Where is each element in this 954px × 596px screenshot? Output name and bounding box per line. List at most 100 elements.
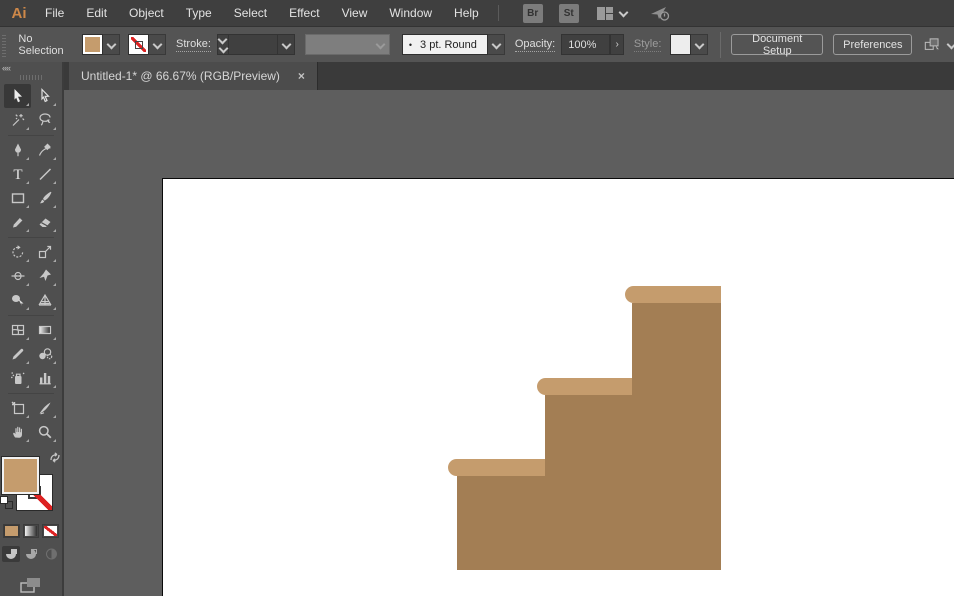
tool-paintbrush[interactable] [31, 186, 58, 210]
tool-curvature[interactable] [31, 138, 58, 162]
workspace-switcher-icon[interactable] [597, 7, 613, 20]
stairs-artwork[interactable] [163, 179, 954, 596]
menu-item-window[interactable]: Window [378, 0, 443, 26]
tool-line-segment[interactable] [31, 162, 58, 186]
preferences-button[interactable]: Preferences [833, 34, 912, 55]
tool-symbol-sprayer[interactable] [4, 366, 31, 390]
rotate-icon [10, 244, 26, 260]
fill-color-combo[interactable] [82, 34, 120, 55]
tool-eyedropper[interactable] [4, 342, 31, 366]
tool-mesh[interactable] [4, 318, 31, 342]
stairs-body[interactable] [457, 303, 721, 570]
draw-normal-icon [5, 548, 18, 560]
chevron-down-icon[interactable] [947, 41, 954, 49]
tool-selection[interactable] [4, 84, 31, 108]
tools-panel: «« [0, 62, 64, 596]
style-combo[interactable] [665, 34, 708, 55]
stroke-weight-select[interactable] [229, 34, 295, 55]
brush-definition-value[interactable]: • 3 pt. Round [402, 34, 488, 55]
collapse-panel-icon[interactable]: «« [0, 62, 62, 75]
tool-artboard[interactable] [4, 396, 31, 420]
stroke-weight-dropdown[interactable] [277, 35, 294, 54]
stroke-color-dropdown[interactable] [149, 34, 166, 55]
tool-pencil[interactable] [4, 210, 31, 234]
stroke-color-combo[interactable] [128, 34, 166, 55]
eyedropper-icon [10, 346, 26, 362]
color-button[interactable] [3, 524, 20, 538]
brush-name: 3 pt. Round [420, 39, 477, 51]
menu-item-type[interactable]: Type [175, 0, 223, 26]
tool-magic-wand[interactable] [4, 108, 31, 132]
align-to-artboard-icon[interactable] [924, 36, 942, 54]
fill-color-dropdown[interactable] [103, 34, 120, 55]
tool-type[interactable]: T [4, 162, 31, 186]
puppet-warp-pin-icon [37, 268, 53, 284]
menu-item-object[interactable]: Object [118, 0, 175, 26]
draw-behind-button[interactable] [22, 546, 40, 562]
default-fill-stroke-icon[interactable] [0, 496, 14, 510]
draw-inside-button[interactable] [42, 546, 60, 562]
share-screen-off-icon[interactable] [649, 4, 671, 22]
tool-puppet-warp[interactable] [31, 264, 58, 288]
menu-item-file[interactable]: File [34, 0, 75, 26]
swap-fill-stroke-icon[interactable] [49, 452, 61, 463]
style-dropdown[interactable] [691, 34, 708, 55]
menu-item-select[interactable]: Select [223, 0, 278, 26]
tool-direct-selection[interactable] [31, 84, 58, 108]
tool-eraser[interactable] [31, 210, 58, 234]
tool-hand[interactable] [4, 420, 31, 444]
tool-rectangle[interactable] [4, 186, 31, 210]
close-tab-icon[interactable]: × [298, 69, 305, 83]
tool-zoom[interactable] [31, 420, 58, 444]
tool-scale[interactable] [31, 240, 58, 264]
stair-tread-top[interactable] [625, 286, 721, 303]
opacity-panel-expand[interactable]: › [610, 34, 623, 55]
style-swatch[interactable] [670, 34, 691, 55]
panel-drag-grip[interactable] [0, 75, 62, 84]
stroke-weight-stepper[interactable] [217, 34, 230, 55]
fill-color-swatch[interactable] [82, 34, 103, 55]
document-tab[interactable]: Untitled-1* @ 66.67% (RGB/Preview) × [69, 62, 318, 90]
tool-blend[interactable] [31, 342, 58, 366]
tool-width[interactable] [4, 264, 31, 288]
fill-indicator[interactable] [2, 457, 39, 494]
stair-tread-middle[interactable] [537, 378, 632, 395]
tool-lasso[interactable] [31, 108, 58, 132]
opacity-label[interactable]: Opacity: [515, 38, 555, 52]
tool-column-graph[interactable] [31, 366, 58, 390]
canvas[interactable] [64, 90, 954, 596]
menu-item-effect[interactable]: Effect [278, 0, 330, 26]
hand-icon [10, 424, 26, 440]
artboard[interactable] [162, 178, 954, 596]
style-label[interactable]: Style: [634, 38, 662, 52]
none-button[interactable] [42, 524, 59, 538]
paintbrush-icon [37, 190, 53, 206]
opacity-input[interactable]: 100% [561, 34, 610, 55]
tool-rotate[interactable] [4, 240, 31, 264]
brush-definition-dropdown[interactable] [488, 34, 505, 55]
width-profile-select[interactable] [305, 34, 389, 55]
draw-mode-row [2, 546, 60, 562]
stair-tread-bottom[interactable] [448, 459, 545, 476]
stroke-color-swatch[interactable] [128, 34, 149, 55]
menu-item-help[interactable]: Help [443, 0, 490, 26]
tool-shape-builder[interactable] [4, 288, 31, 312]
curvature-icon [37, 142, 53, 158]
tool-pen[interactable] [4, 138, 31, 162]
document-setup-button[interactable]: Document Setup [731, 34, 823, 55]
menu-item-view[interactable]: View [331, 0, 379, 26]
panel-grip[interactable] [2, 33, 6, 57]
chevron-down-icon[interactable] [619, 9, 627, 17]
tool-slice[interactable] [31, 396, 58, 420]
stock-button[interactable]: St [559, 4, 579, 23]
tool-perspective-grid[interactable] [31, 288, 58, 312]
change-screen-mode-icon[interactable] [18, 575, 44, 595]
stroke-label[interactable]: Stroke: [176, 38, 211, 52]
menu-item-edit[interactable]: Edit [75, 0, 118, 26]
draw-normal-button[interactable] [2, 546, 20, 562]
gradient-button[interactable] [23, 524, 40, 538]
pencil-icon [10, 214, 26, 230]
bridge-button[interactable]: Br [523, 4, 543, 23]
tool-gradient[interactable] [31, 318, 58, 342]
brush-definition-combo[interactable]: • 3 pt. Round [402, 34, 505, 55]
